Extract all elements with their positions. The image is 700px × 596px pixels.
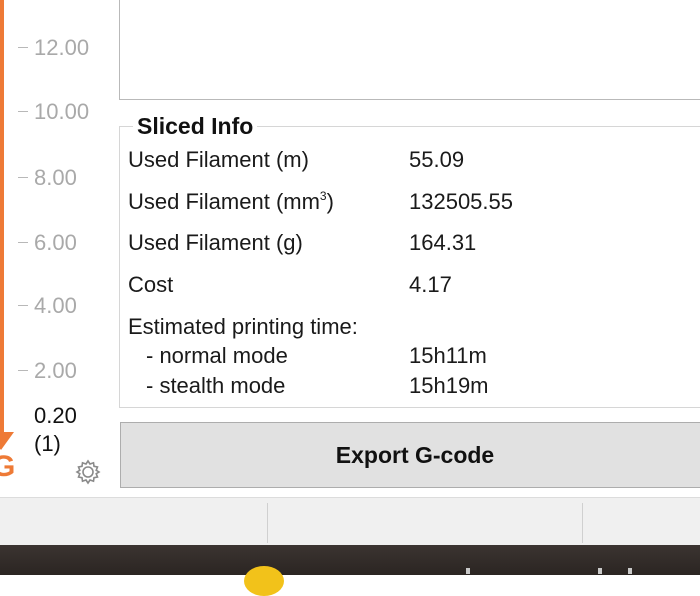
used-filament-g-label: Used Filament (g) xyxy=(128,230,303,255)
tray-indicator-icon[interactable] xyxy=(598,568,602,574)
windows-taskbar xyxy=(0,545,700,575)
tick-dash xyxy=(18,370,28,371)
tick-label: 10.00 xyxy=(34,99,90,124)
tick-10: 10.00 xyxy=(18,99,118,124)
tick-dash xyxy=(18,47,28,48)
tick-dash xyxy=(18,177,28,178)
object-list-panel[interactable] xyxy=(119,0,700,100)
gear-icon[interactable] xyxy=(74,458,102,486)
layer-slider[interactable]: G 12.00 10.00 8.00 6.00 4.00 2.00 0.20 (… xyxy=(0,0,118,497)
mm3-close-paren: ) xyxy=(326,189,334,214)
used-filament-mm3-value: 132505.55 xyxy=(409,189,513,214)
tick-4: 4.00 xyxy=(18,293,118,318)
slider-thumb-arrow[interactable] xyxy=(0,432,14,450)
tick-8: 8.00 xyxy=(18,165,118,190)
slider-thumb-label[interactable]: G xyxy=(0,452,15,482)
status-separator xyxy=(267,503,268,543)
tray-app-icon[interactable] xyxy=(244,566,284,596)
normal-mode-value: 15h11m xyxy=(409,343,487,368)
tick-label: 8.00 xyxy=(34,165,77,190)
tick-12: 12.00 xyxy=(18,35,118,60)
tick-dash xyxy=(18,111,28,112)
tick-label: 4.00 xyxy=(34,293,77,318)
current-height: 0.20 xyxy=(34,403,77,428)
export-gcode-button[interactable]: Export G-code xyxy=(120,422,700,488)
cost-label: Cost xyxy=(128,272,174,297)
tray-indicator-icon[interactable] xyxy=(628,568,632,574)
used-filament-m-label: Used Filament (m) xyxy=(128,147,309,172)
tick-6: 6.00 xyxy=(18,230,118,255)
stealth-mode-value: 15h19m xyxy=(409,373,489,398)
tick-2: 2.00 xyxy=(18,358,118,383)
tick-label: 2.00 xyxy=(34,358,77,383)
used-filament-g-value: 164.31 xyxy=(409,230,477,255)
stealth-mode-label: - stealth mode xyxy=(146,373,286,398)
tick-dash xyxy=(18,305,28,306)
mm3-superscript: 3 xyxy=(319,189,327,203)
sliced-info-title: Sliced Info xyxy=(133,113,258,139)
tick-dash xyxy=(18,242,28,243)
status-separator xyxy=(582,503,583,543)
tick-label: 6.00 xyxy=(34,230,77,255)
tray-indicator-icon[interactable] xyxy=(466,568,470,574)
current-layer: (1) xyxy=(34,431,61,456)
print-time-label: Estimated printing time: xyxy=(128,314,358,339)
mm3-label-text: Used Filament (mm xyxy=(128,189,320,214)
slider-track[interactable] xyxy=(0,0,4,440)
cost-value: 4.17 xyxy=(409,272,452,297)
tick-label: 12.00 xyxy=(34,35,90,60)
status-bar xyxy=(0,497,700,546)
normal-mode-label: - normal mode xyxy=(146,343,288,368)
used-filament-mm3-label: Used Filament (mm3) xyxy=(128,189,334,218)
used-filament-m-value: 55.09 xyxy=(409,147,465,172)
